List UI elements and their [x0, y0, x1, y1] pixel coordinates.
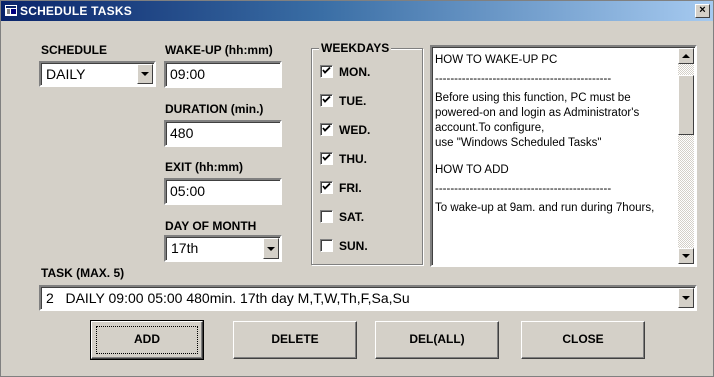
- help-text: HOW TO WAKE-UP PC ----------------------…: [435, 53, 663, 216]
- checkbox-box: [320, 181, 333, 194]
- window-app-icon: [5, 5, 17, 16]
- chevron-down-icon: [682, 296, 690, 300]
- chevron-down-icon: [141, 72, 149, 76]
- task-select[interactable]: 2 DAILY 09:00 05:00 480min. 17th day M,T…: [39, 285, 697, 311]
- checkmark-icon: [322, 182, 331, 190]
- day-of-month-label: DAY OF MONTH: [165, 219, 257, 233]
- day-of-month-value: 17th: [171, 240, 199, 256]
- weekdays-group-title: WEEKDAYS: [319, 41, 392, 55]
- exit-input[interactable]: 05:00: [164, 178, 282, 205]
- task-value: 2 DAILY 09:00 05:00 480min. 17th day M,T…: [46, 290, 410, 306]
- help-line: ----------------------------------------…: [435, 73, 612, 85]
- chevron-down-icon: [267, 246, 275, 251]
- exit-label: EXIT (hh:mm): [165, 160, 243, 174]
- wakeup-label: WAKE-UP (hh:mm): [165, 43, 273, 57]
- help-line: To wake-up at 9am. and run during 7hours…: [435, 202, 655, 214]
- checkbox-box: [320, 239, 333, 252]
- schedule-select[interactable]: DAILY: [39, 61, 156, 87]
- title-bar[interactable]: SCHEDULE TASKS ×: [1, 1, 713, 21]
- weekday-label: TUE.: [339, 94, 367, 108]
- delete-button-label: DELETE: [271, 332, 319, 346]
- checkbox-box: [320, 210, 333, 223]
- schedule-tasks-window: SCHEDULE TASKS × SCHEDULE DAILY WAKE-UP …: [0, 0, 714, 377]
- help-line: HOW TO ADD: [435, 164, 509, 176]
- help-scrollbar[interactable]: [678, 48, 694, 264]
- chevron-up-icon: [682, 54, 690, 58]
- checkmark-icon: [322, 124, 331, 132]
- day-of-month-select[interactable]: 17th: [164, 235, 282, 262]
- close-window-button[interactable]: ×: [695, 4, 710, 18]
- close-button-label: CLOSE: [562, 332, 604, 346]
- weekday-label: MON.: [339, 65, 371, 79]
- duration-label: DURATION (min.): [165, 102, 264, 116]
- weekday-label: SUN.: [339, 239, 368, 253]
- help-line: ----------------------------------------…: [435, 183, 612, 195]
- scroll-down-button[interactable]: [678, 248, 694, 264]
- schedule-dropdown-button[interactable]: [137, 64, 153, 84]
- task-label: TASK (MAX. 5): [41, 266, 125, 280]
- help-line: HOW TO WAKE-UP PC: [435, 54, 558, 66]
- checkmark-icon: [322, 95, 331, 103]
- help-line: use "Windows Scheduled Tasks": [435, 137, 602, 149]
- add-button[interactable]: ADD: [90, 320, 204, 360]
- close-icon: ×: [699, 4, 706, 16]
- schedule-value: DAILY: [46, 66, 86, 82]
- help-textarea[interactable]: HOW TO WAKE-UP PC ----------------------…: [430, 45, 697, 267]
- wakeup-input[interactable]: 09:00: [164, 61, 282, 88]
- weekday-label: SAT.: [339, 210, 365, 224]
- focus-rectangle: [96, 326, 198, 354]
- chevron-down-icon: [682, 254, 690, 258]
- checkmark-icon: [322, 153, 331, 161]
- checkbox-box: [320, 152, 333, 165]
- close-button[interactable]: CLOSE: [521, 321, 645, 359]
- checkbox-box: [320, 123, 333, 136]
- day-of-month-dropdown-button[interactable]: [263, 238, 279, 259]
- delete-all-button[interactable]: DEL(ALL): [375, 321, 499, 359]
- delete-all-button-label: DEL(ALL): [409, 332, 465, 346]
- window-title: SCHEDULE TASKS: [20, 4, 132, 18]
- help-line: Before using this function, PC must be p…: [435, 92, 640, 134]
- schedule-label: SCHEDULE: [41, 43, 108, 57]
- checkmark-icon: [322, 66, 331, 74]
- delete-button[interactable]: DELETE: [233, 321, 357, 359]
- task-dropdown-button[interactable]: [678, 288, 694, 308]
- weekday-label: THU.: [339, 152, 367, 166]
- duration-input[interactable]: 480: [164, 120, 282, 147]
- scroll-up-button[interactable]: [678, 48, 694, 64]
- checkbox-box: [320, 94, 333, 107]
- scroll-thumb[interactable]: [678, 75, 694, 135]
- weekday-label: FRI.: [339, 181, 362, 195]
- weekday-label: WED.: [339, 123, 371, 137]
- checkbox-box: [320, 65, 333, 78]
